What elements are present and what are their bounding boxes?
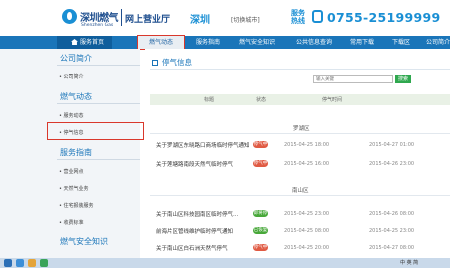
search-input[interactable] — [313, 75, 393, 83]
group-label: 罗湖区 — [293, 126, 310, 132]
sidebar-item-outlets[interactable]: • 营业网点 — [59, 168, 84, 175]
nav-about[interactable]: 公司简介 — [426, 36, 450, 49]
table-header — [150, 94, 450, 105]
brand-name: 深圳燃气 — [80, 13, 119, 24]
header-divider — [121, 9, 122, 26]
table-row-title[interactable]: 前海片区管线维护临时停气通知 — [156, 227, 233, 235]
hotline-number: 0755-25199999 — [327, 10, 441, 25]
start-time: 2015-04-25 18:00 — [284, 142, 330, 148]
table-row-title[interactable]: 关于罗湖区东晓路口商场临时停气通知 — [156, 141, 250, 149]
folder-icon[interactable] — [28, 259, 36, 267]
app-icon[interactable] — [40, 259, 48, 267]
sidebar-divider — [57, 159, 140, 160]
title-divider — [150, 69, 450, 70]
sidebar-section-company[interactable]: 公司简介 — [60, 53, 92, 64]
phone-icon — [312, 10, 323, 23]
brand-english: Shenzhen Gas — [81, 23, 114, 28]
nav-download[interactable]: 下载区 — [392, 36, 410, 49]
column-header-status: 状态 — [256, 97, 267, 103]
column-header-time: 停气时间 — [322, 97, 343, 103]
nav-common-download[interactable]: 常用下载 — [350, 36, 374, 49]
start-icon[interactable] — [4, 259, 12, 267]
end-time: 2015-04-25 23:00 — [369, 228, 415, 234]
status-badge: 停气中 — [253, 160, 268, 167]
checkbox-icon — [152, 60, 158, 66]
nav-public-info[interactable]: 公共信息查询 — [296, 36, 332, 49]
tray-ime[interactable]: 中 英 简 — [400, 259, 418, 266]
page-title: 停气信息 — [162, 58, 192, 67]
status-badge: 已恢复 — [253, 227, 268, 234]
search-button[interactable]: 搜索 — [395, 75, 411, 83]
hall-title: 网上营业厅 — [125, 15, 171, 25]
sidebar-item-service-news[interactable]: • 服务动态 — [59, 112, 84, 119]
hotline-label: 服务热线 — [291, 9, 305, 25]
nav-service-guide[interactable]: 服务指南 — [196, 36, 220, 49]
table-row-title[interactable]: 关于莲塘路南段天然气临时停气 — [156, 160, 233, 168]
status-badge: 停气中 — [253, 141, 268, 148]
sidebar-item-gas-business[interactable]: • 天然气业务 — [59, 185, 89, 192]
end-time: 2015-04-27 08:00 — [369, 245, 415, 251]
table-row-title[interactable]: 关于南山区白石洲天然气停气 — [156, 244, 228, 252]
group-divider — [150, 195, 450, 196]
sidebar-divider — [57, 103, 140, 104]
highlight-box-nav — [137, 35, 185, 50]
main-nav: 服务首页 燃气动态 服务指南 燃气安全知识 公共信息查询 常用下载 下载区 公司… — [0, 36, 450, 49]
table-row-title[interactable]: 关于南山区科技园南区临时停气... — [156, 210, 238, 218]
sidebar-section-news[interactable]: 燃气动态 — [60, 91, 92, 102]
site-header: 深圳燃气 Shenzhen Gas 网上营业厅 深圳 [切换城市] 服务热线 0… — [0, 0, 450, 36]
home-icon — [71, 39, 78, 45]
sidebar-item-company-intro[interactable]: • 公司简介 — [59, 73, 84, 80]
sidebar-item-install[interactable]: • 住宅报装服务 — [59, 202, 94, 209]
start-time: 2015-04-25 16:00 — [284, 161, 330, 167]
browser-icon[interactable] — [16, 259, 24, 267]
sidebar-item-fees[interactable]: • 收费标准 — [59, 219, 84, 226]
flame-logo-icon[interactable] — [62, 9, 77, 24]
group-divider — [150, 133, 450, 134]
start-time: 2015-04-25 08:00 — [284, 228, 330, 234]
start-time: 2015-04-25 20:00 — [284, 245, 330, 251]
end-time: 2015-04-27 01:00 — [369, 142, 415, 148]
sidebar-section-guide[interactable]: 服务指南 — [60, 147, 92, 158]
status-badge: 即将停气 — [253, 210, 268, 223]
end-time: 2015-04-26 23:00 — [369, 161, 415, 167]
start-time: 2015-04-25 23:00 — [284, 211, 330, 217]
nav-safety[interactable]: 燃气安全知识 — [239, 36, 275, 49]
group-label: 南山区 — [292, 188, 309, 194]
switch-city-link[interactable]: [切换城市] — [231, 15, 260, 24]
column-header-title: 标题 — [204, 97, 215, 103]
highlight-box-sidebar — [47, 122, 144, 140]
sidebar-divider — [57, 65, 140, 66]
taskbar — [0, 258, 450, 268]
nav-home[interactable]: 服务首页 — [57, 36, 112, 49]
city-name: 深圳 — [190, 15, 210, 26]
end-time: 2015-04-26 08:00 — [369, 211, 415, 217]
status-badge: 停气中 — [253, 244, 268, 251]
sidebar-section-safety[interactable]: 燃气安全知识 — [60, 236, 108, 247]
